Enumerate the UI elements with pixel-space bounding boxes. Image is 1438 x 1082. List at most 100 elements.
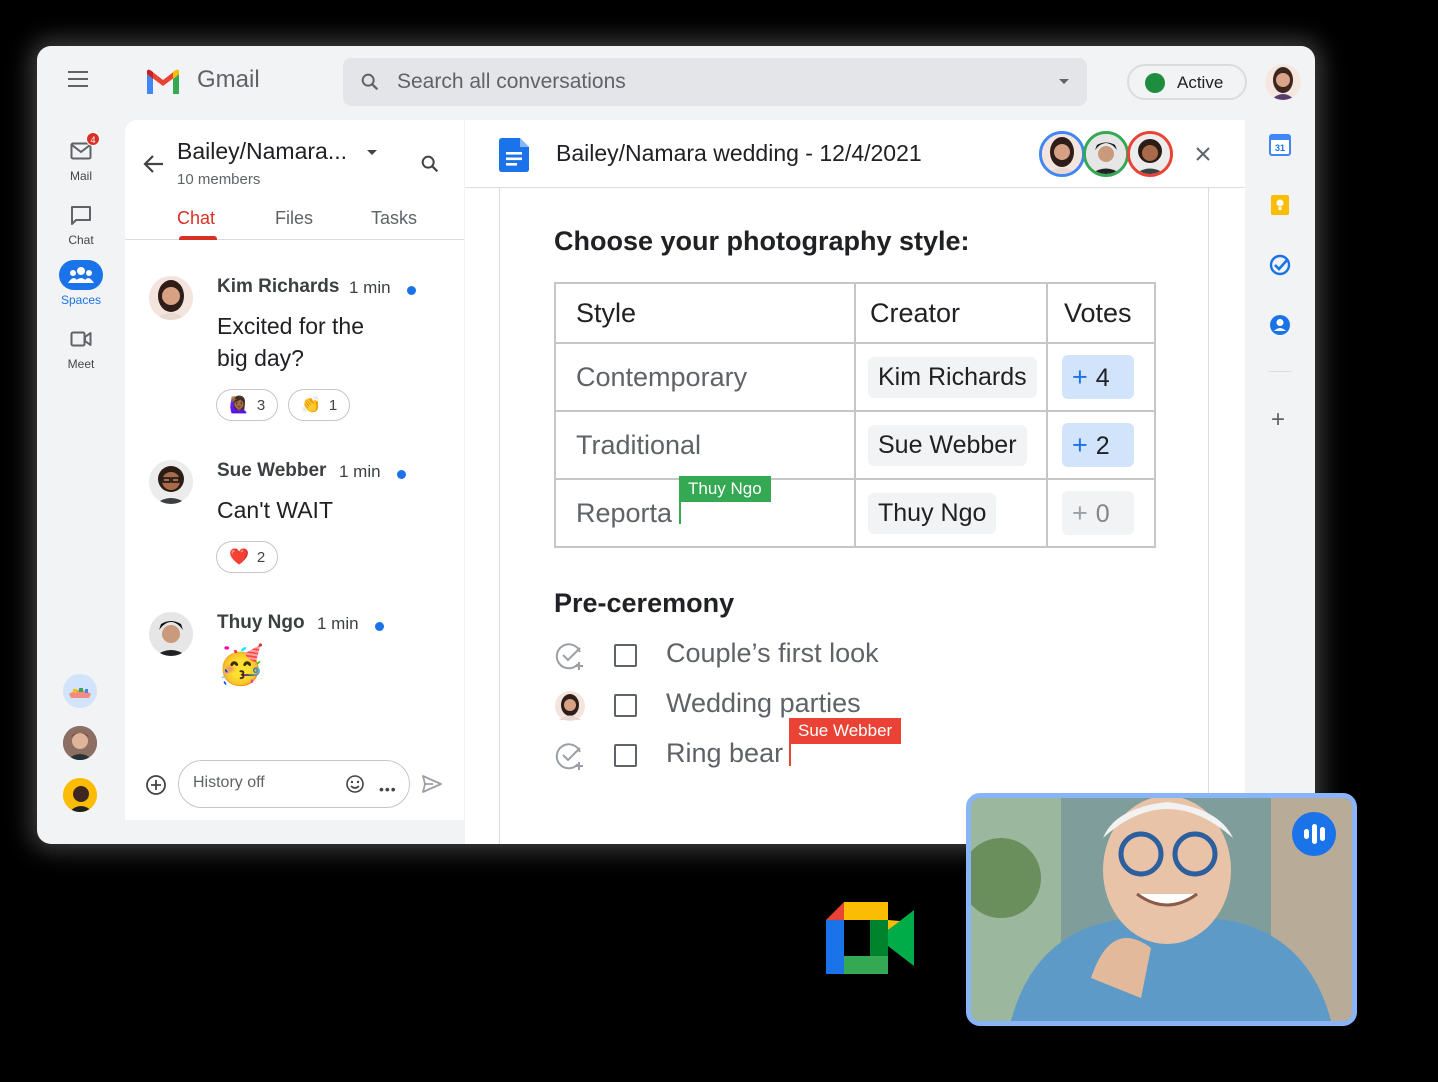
checklist-text[interactable]: Ring bear	[666, 738, 783, 769]
vote-button[interactable]: +4	[1062, 355, 1134, 399]
vote-count: 0	[1095, 500, 1110, 528]
table-row: Reporta Thuy Ngo +0	[554, 478, 1156, 548]
tab-tasks[interactable]: Tasks	[371, 208, 417, 229]
rail-spaces-label: Spaces	[60, 293, 102, 307]
reaction-chip[interactable]: 🙋🏾‍♀️ 3	[216, 389, 279, 421]
space-avatar[interactable]	[63, 674, 97, 708]
document-header: Bailey/Namara wedding - 12/4/2021	[465, 120, 1245, 188]
app-name: Gmail	[197, 66, 260, 93]
document-title: Bailey/Namara wedding - 12/4/2021	[556, 140, 922, 166]
vote-button[interactable]: +0	[1062, 491, 1134, 535]
dm-avatar[interactable]	[63, 726, 97, 760]
message-body: 🥳	[217, 645, 265, 687]
tab-files[interactable]: Files	[275, 208, 313, 229]
unread-dot	[375, 622, 384, 631]
message-time: 1 min	[339, 462, 381, 481]
back-arrow-icon[interactable]	[143, 154, 165, 174]
collaborator-cursor-label: Sue Webber	[789, 718, 902, 744]
column-header: Creator	[854, 282, 1048, 344]
calendar-icon[interactable]: 31	[1269, 134, 1291, 156]
checklist-text[interactable]: Couple’s first look	[666, 638, 879, 669]
send-icon[interactable]	[421, 774, 443, 794]
style-cell[interactable]: Contemporary	[554, 342, 856, 412]
chat-icon	[59, 200, 103, 230]
avatar[interactable]	[149, 460, 193, 504]
assign-task-icon[interactable]	[554, 740, 586, 772]
mic-active-icon[interactable]	[1292, 812, 1336, 856]
message-composer[interactable]: •••	[178, 760, 410, 808]
section-heading: Pre-ceremony	[554, 588, 735, 618]
rail-spaces[interactable]: Spaces	[37, 260, 125, 307]
sender-name: Thuy Ngo	[217, 612, 305, 633]
gmail-logo	[147, 69, 179, 94]
avatar[interactable]	[149, 612, 193, 656]
vote-button[interactable]: +2	[1062, 423, 1134, 467]
collaborator-avatar[interactable]	[1039, 131, 1085, 177]
menu-icon[interactable]	[65, 68, 97, 92]
checkbox[interactable]	[614, 644, 637, 667]
add-icon[interactable]	[145, 774, 167, 796]
rail-mail-label: Mail	[69, 169, 92, 183]
sender-name: Sue Webber	[217, 460, 327, 481]
search-bar[interactable]	[343, 58, 1087, 106]
assign-task-icon[interactable]	[554, 640, 586, 672]
message-line: Can't WAIT	[217, 497, 333, 523]
space-title: Bailey/Namara...	[177, 138, 348, 164]
sender-name: Kim Richards	[217, 276, 340, 297]
space-tabs: Chat Files Tasks	[125, 208, 464, 240]
rail-meet[interactable]: Meet	[37, 324, 125, 371]
video-call-tile[interactable]	[966, 793, 1357, 1026]
reaction-emoji: 🙋🏾‍♀️	[229, 397, 249, 414]
table-row: Contemporary Kim Richards +4	[554, 342, 1156, 412]
more-icon[interactable]: •••	[379, 781, 397, 797]
checkbox[interactable]	[614, 694, 637, 717]
chevron-down-icon[interactable]	[367, 150, 377, 155]
message-line: 🥳	[217, 645, 265, 687]
creator-chip[interactable]: Thuy Ngo	[868, 492, 997, 534]
tasks-icon[interactable]	[1269, 254, 1291, 276]
votes-cell: +2	[1046, 410, 1156, 480]
checkbox[interactable]	[614, 744, 637, 767]
collaborator-cursor-label: Thuy Ngo	[679, 476, 771, 502]
collaborator-avatar[interactable]	[1127, 131, 1173, 177]
style-cell[interactable]: Traditional	[554, 410, 856, 480]
creator-chip[interactable]: Kim Richards	[868, 356, 1037, 398]
search-options-icon[interactable]	[1059, 79, 1069, 84]
rail-chat[interactable]: Chat	[37, 200, 125, 247]
keep-icon[interactable]	[1269, 194, 1291, 216]
rail-mail[interactable]: 4 Mail	[37, 132, 125, 183]
avatar[interactable]	[149, 276, 193, 320]
collaborator-avatar[interactable]	[1083, 131, 1129, 177]
reaction-chip[interactable]: ❤️ 2	[216, 541, 279, 573]
reaction-count: 1	[328, 396, 338, 414]
search-icon	[361, 73, 379, 91]
tab-chat[interactable]: Chat	[177, 208, 215, 229]
emoji-icon[interactable]	[345, 774, 365, 794]
account-avatar[interactable]	[1265, 64, 1301, 100]
column-header: Votes	[1046, 282, 1156, 344]
add-app-icon[interactable]: +	[1271, 406, 1285, 434]
unread-dot	[407, 286, 416, 295]
message-line: big day?	[217, 345, 304, 371]
collaborator-cursor	[679, 500, 681, 524]
document-pane: Bailey/Namara wedding - 12/4/2021 Choose…	[465, 120, 1245, 844]
creator-chip[interactable]: Sue Webber	[868, 424, 1027, 466]
dm-avatar[interactable]	[63, 778, 97, 812]
checklist-text[interactable]: Wedding parties	[666, 688, 861, 719]
search-input[interactable]	[397, 68, 1017, 96]
message-input[interactable]	[193, 774, 333, 792]
reaction-chip[interactable]: 👏 1	[288, 389, 351, 421]
spaces-icon	[59, 260, 103, 290]
search-icon[interactable]	[419, 153, 441, 175]
table-row: Traditional Sue Webber +2	[554, 410, 1156, 480]
assignee-avatar[interactable]	[554, 690, 586, 722]
rail-chat-label: Chat	[68, 233, 94, 247]
document-page[interactable]: Choose your photography style: Style Cre…	[499, 188, 1209, 844]
contacts-icon[interactable]	[1269, 314, 1291, 336]
close-icon[interactable]	[1193, 144, 1213, 164]
status-toggle[interactable]: Active	[1127, 64, 1247, 100]
creator-cell: Thuy Ngo	[854, 478, 1048, 548]
rail-meet-label: Meet	[67, 357, 95, 371]
unread-dot	[397, 470, 406, 479]
svg-text:31: 31	[1275, 143, 1285, 153]
